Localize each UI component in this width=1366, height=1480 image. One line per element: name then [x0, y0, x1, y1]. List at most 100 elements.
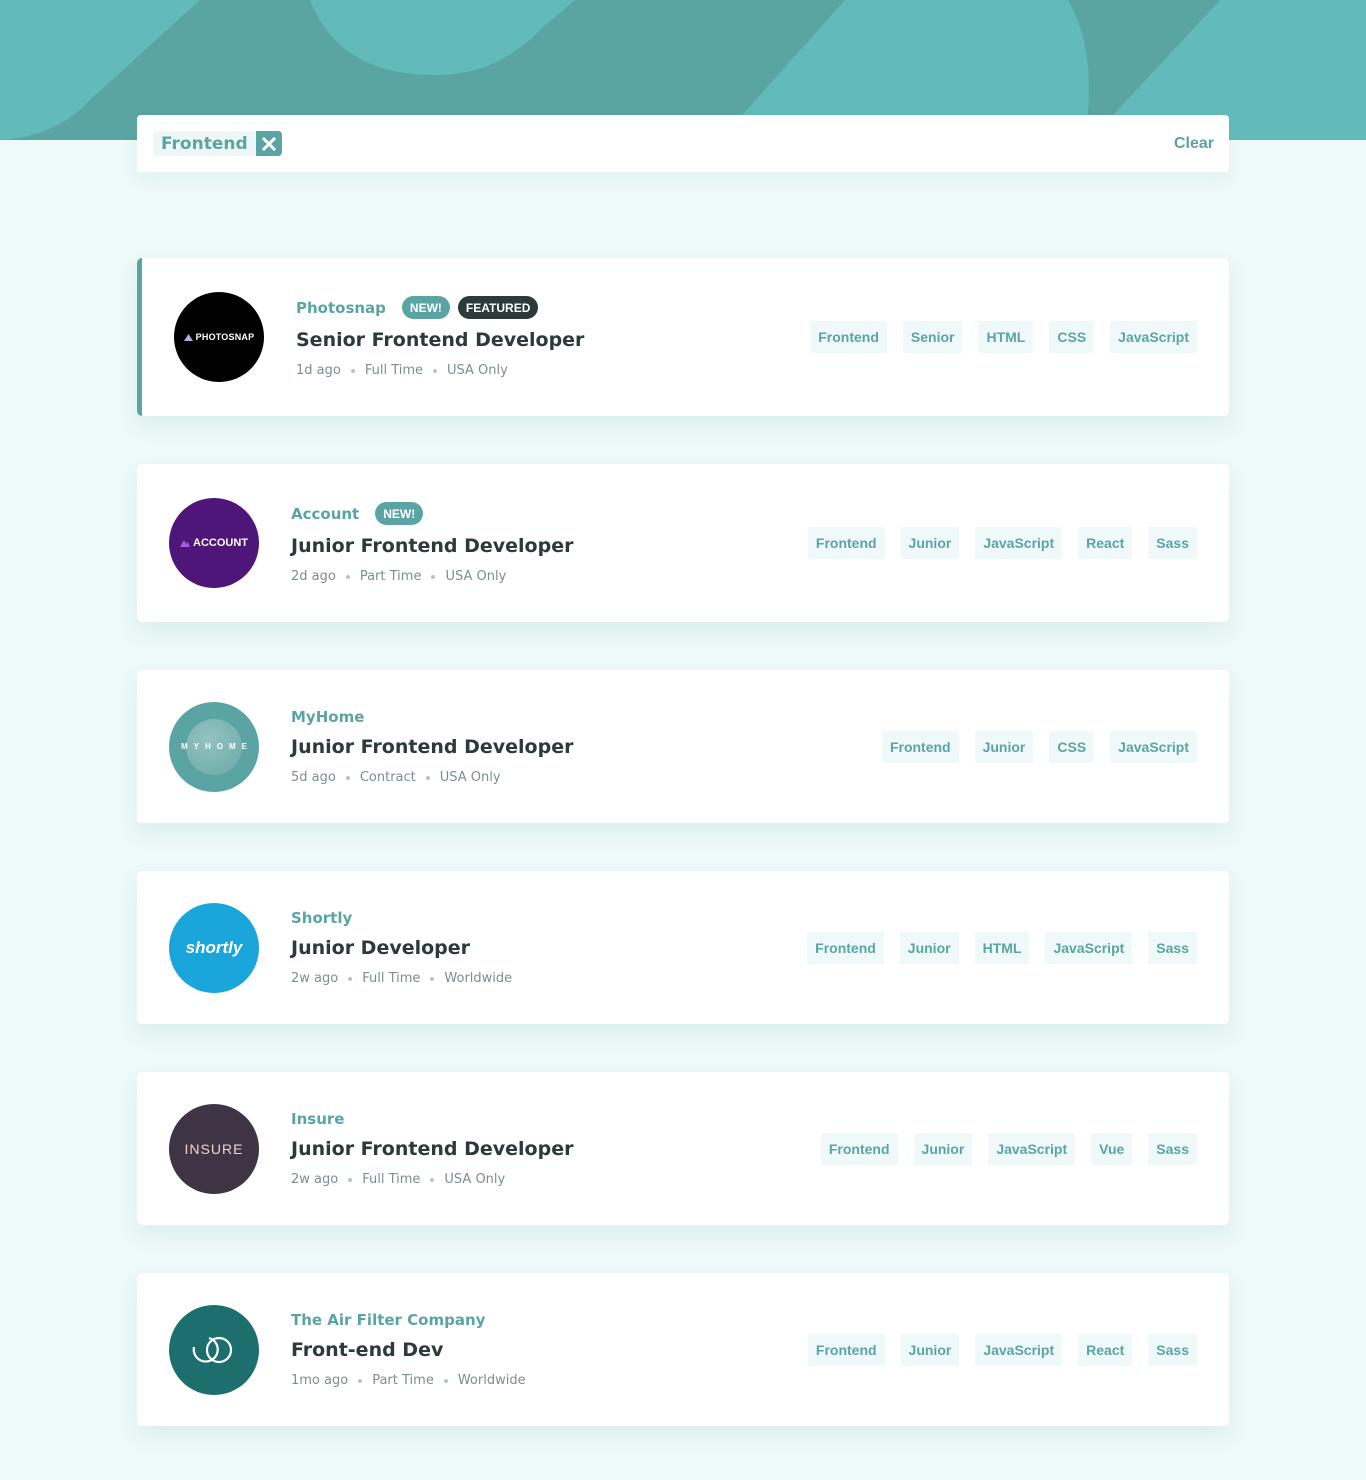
filter-tag-junior[interactable]: Junior: [900, 527, 960, 559]
job-title-link[interactable]: Senior Frontend Developer: [296, 329, 584, 351]
clear-filters-button[interactable]: Clear: [1174, 135, 1214, 153]
job-meta: 5d ago Contract USA Only: [291, 770, 573, 785]
job-card: The Air Filter Company Front-end Dev 1mo…: [137, 1273, 1229, 1426]
filter-tag-frontend[interactable]: Frontend: [807, 931, 884, 964]
separator-dot: [345, 775, 350, 780]
filter-tag-javascript[interactable]: JavaScript: [975, 527, 1063, 559]
job-title-link[interactable]: Front-end Dev: [291, 1339, 526, 1361]
separator-dot: [425, 775, 430, 780]
job-location: Worldwide: [444, 971, 513, 986]
job-info: Shortly Junior Developer 2w ago Full Tim…: [291, 909, 512, 986]
filter-tag-javascript[interactable]: JavaScript: [988, 1132, 1076, 1165]
filter-tag-html[interactable]: HTML: [974, 931, 1030, 964]
filter-tag-javascript[interactable]: JavaScript: [975, 1333, 1063, 1366]
filter-tag-frontend[interactable]: Frontend: [820, 1132, 898, 1165]
mountain-icon: [180, 540, 190, 547]
separator-dot: [430, 1177, 435, 1182]
posted-at: 5d ago: [291, 770, 336, 785]
job-summary: PHOTOSNAP Photosnap NEW! FEATURED Senior …: [174, 292, 584, 382]
job-card: INSURE Insure Junior Frontend Developer …: [137, 1072, 1229, 1225]
filter-tag-react[interactable]: React: [1078, 1333, 1133, 1366]
job-location: USA Only: [439, 770, 501, 785]
job-location: USA Only: [444, 1172, 506, 1187]
filter-tag-css[interactable]: CSS: [1049, 321, 1095, 353]
job-meta: 2w ago Full Time Worldwide: [291, 971, 512, 986]
remove-filter-button[interactable]: [255, 131, 282, 156]
company-logo: MYHOME: [169, 701, 259, 792]
job-info: Insure Junior Frontend Developer 2w ago …: [291, 1110, 573, 1187]
job-title-link[interactable]: Junior Frontend Developer: [291, 736, 573, 758]
contract-type: Part Time: [359, 569, 422, 584]
company-logo: shortly: [169, 902, 259, 993]
filter-tag-css[interactable]: CSS: [1049, 730, 1095, 763]
filter-tag-html[interactable]: HTML: [978, 321, 1034, 353]
filter-tag-sass[interactable]: Sass: [1148, 931, 1197, 964]
filter-tag-junior[interactable]: Junior: [974, 730, 1034, 763]
filter-tag-react[interactable]: React: [1078, 527, 1133, 559]
filter-tag-javascript[interactable]: JavaScript: [1110, 730, 1197, 763]
logo-text: INSURE: [184, 1140, 244, 1157]
company-name: Photosnap: [296, 298, 386, 317]
job-info: The Air Filter Company Front-end Dev 1mo…: [291, 1311, 526, 1388]
job-info: MyHome Junior Frontend Developer 5d ago …: [291, 708, 573, 785]
logo-text: shortly: [185, 937, 243, 957]
contract-type: Full Time: [362, 971, 421, 986]
filter-tag-sass[interactable]: Sass: [1148, 1333, 1197, 1366]
filter-tag-junior[interactable]: Junior: [900, 1333, 960, 1366]
filter-tag-frontend[interactable]: Frontend: [807, 1333, 885, 1366]
logo-text: PHOTOSNAP: [195, 332, 255, 342]
separator-dot: [358, 1378, 363, 1383]
filter-tag-senior[interactable]: Senior: [902, 321, 963, 353]
filter-tag-sass[interactable]: Sass: [1148, 527, 1197, 559]
rings-icon: [192, 1336, 233, 1363]
filter-tag-frontend[interactable]: Frontend: [807, 527, 885, 559]
filter-tag-junior[interactable]: Junior: [913, 1132, 973, 1165]
job-title-link[interactable]: Junior Developer: [291, 937, 512, 959]
job-info: Account NEW! Junior Frontend Developer 2…: [291, 502, 573, 584]
contract-type: Contract: [359, 770, 416, 785]
company-name: Shortly: [291, 909, 353, 927]
posted-at: 2d ago: [291, 569, 336, 584]
posted-at: 2w ago: [291, 971, 339, 986]
job-card: MYHOME MyHome Junior Frontend Developer …: [137, 670, 1229, 823]
job-summary: MYHOME MyHome Junior Frontend Developer …: [169, 701, 573, 792]
job-title-link[interactable]: Junior Frontend Developer: [291, 535, 573, 557]
separator-dot: [443, 1378, 448, 1383]
filter-tag-frontend[interactable]: Frontend: [881, 730, 959, 763]
featured-badge: FEATURED: [457, 296, 539, 319]
filter-tag-javascript[interactable]: JavaScript: [1110, 321, 1197, 353]
filter-tag-junior[interactable]: Junior: [899, 931, 959, 964]
filter-tag-frontend[interactable]: Frontend: [810, 321, 887, 353]
job-meta: 1mo ago Part Time Worldwide: [291, 1373, 526, 1388]
job-meta: 2w ago Full Time USA Only: [291, 1172, 573, 1187]
logo-text: ACCOUNT: [193, 537, 248, 549]
company-logo: PHOTOSNAP: [174, 292, 264, 382]
job-summary: The Air Filter Company Front-end Dev 1mo…: [169, 1304, 526, 1395]
company-logo: INSURE: [169, 1103, 259, 1194]
filter-tag-sass[interactable]: Sass: [1148, 1132, 1197, 1165]
job-tags: Frontend Senior HTML CSS JavaScript: [810, 321, 1197, 353]
job-card: PHOTOSNAP Photosnap NEW! FEATURED Senior …: [137, 258, 1229, 416]
job-summary: shortly Shortly Junior Developer 2w ago …: [169, 902, 512, 993]
new-badge: NEW!: [375, 502, 424, 525]
job-list: PHOTOSNAP Photosnap NEW! FEATURED Senior …: [137, 258, 1229, 1474]
separator-dot: [350, 368, 355, 373]
company-row: Account NEW!: [291, 502, 573, 525]
job-title-link[interactable]: Junior Frontend Developer: [291, 1138, 573, 1160]
job-card: shortly Shortly Junior Developer 2w ago …: [137, 871, 1229, 1024]
job-summary: ACCOUNT Account NEW! Junior Frontend Dev…: [169, 498, 573, 588]
company-logo: ACCOUNT: [169, 498, 259, 588]
filter-tag-vue[interactable]: Vue: [1091, 1132, 1133, 1165]
filter-tag-javascript[interactable]: JavaScript: [1045, 931, 1133, 964]
job-summary: INSURE Insure Junior Frontend Developer …: [169, 1103, 573, 1194]
job-meta: 1d ago Full Time USA Only: [296, 363, 584, 378]
separator-dot: [433, 368, 438, 373]
contract-type: Full Time: [362, 1172, 421, 1187]
separator-dot: [348, 1177, 353, 1182]
filter-chip-frontend: Frontend: [153, 131, 282, 156]
job-tags: Frontend Junior JavaScript React Sass: [807, 1333, 1197, 1366]
company-row: The Air Filter Company: [291, 1311, 526, 1329]
posted-at: 2w ago: [291, 1172, 339, 1187]
company-name: The Air Filter Company: [291, 1311, 486, 1329]
triangle-icon: [183, 333, 193, 341]
